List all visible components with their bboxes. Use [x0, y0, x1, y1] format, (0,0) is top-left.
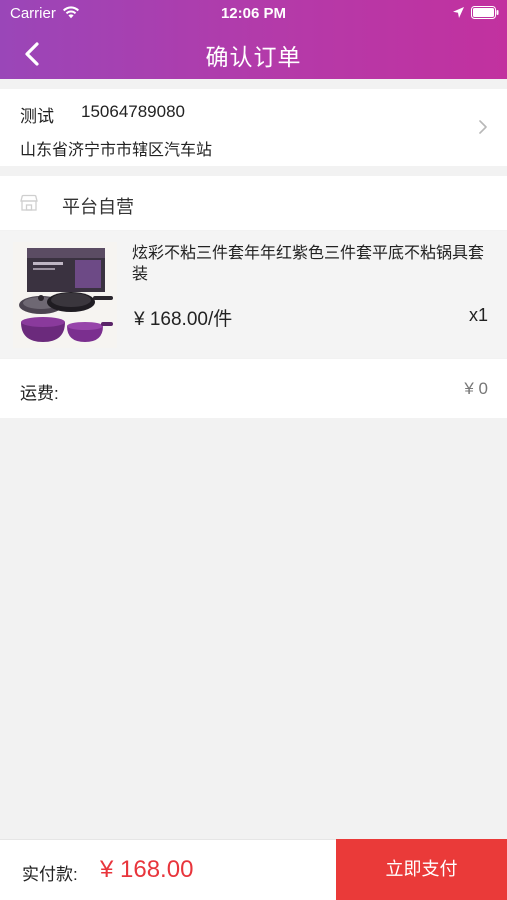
shipping-row: 运费: ¥ 0: [0, 359, 507, 418]
recipient-address: 山东省济宁市市辖区汽车站: [20, 142, 213, 159]
product-price: ¥ 168.00/件: [134, 309, 233, 330]
total-label: 实付款:: [22, 865, 78, 884]
product-image: [13, 242, 117, 348]
nav-bar: 确认订单: [0, 28, 507, 79]
shop-name: 平台自营: [62, 197, 134, 217]
chevron-right-icon: [479, 120, 487, 134]
app-header: Carrier 12:06 PM 确认订单: [0, 0, 507, 79]
product-item[interactable]: 炫彩不粘三件套年年红紫色三件套平底不粘锅具套装 ¥ 168.00/件 x1: [0, 231, 507, 358]
shipping-fee: ¥ 0: [464, 379, 488, 398]
status-time: 12:06 PM: [220, 5, 287, 22]
shop-row: 平台自营: [0, 176, 507, 230]
recipient-name: 测试: [20, 107, 54, 126]
recipient-phone: 15064789080: [81, 102, 186, 121]
total-amount: ¥ 168.00: [100, 856, 194, 883]
pay-now-button[interactable]: 立即支付: [336, 839, 507, 900]
page-title: 确认订单: [205, 44, 302, 70]
address-card[interactable]: 测试 15064789080 山东省济宁市市辖区汽车站: [0, 89, 507, 166]
checkout-bar: 实付款: ¥ 168.00 立即支付: [0, 839, 507, 900]
product-quantity: x1: [468, 305, 488, 325]
product-photo: [13, 242, 117, 348]
shipping-label: 运费:: [20, 384, 59, 403]
location-arrow-icon: [453, 7, 464, 18]
status-bar: Carrier 12:06 PM: [0, 0, 507, 28]
battery-icon: [471, 6, 499, 19]
shop-icon: [20, 194, 38, 211]
product-title: 炫彩不粘三件套年年红紫色三件套平底不粘锅具套装: [132, 245, 485, 283]
